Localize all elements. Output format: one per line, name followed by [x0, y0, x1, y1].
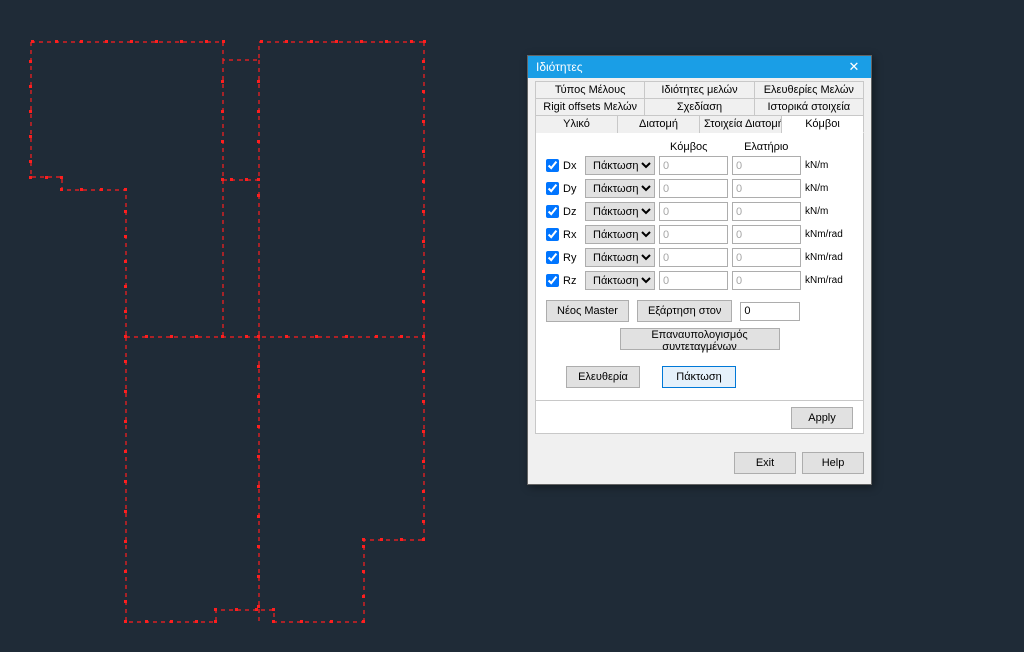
- apply-button[interactable]: Apply: [791, 407, 853, 429]
- dof-rx-node[interactable]: [659, 225, 728, 244]
- tab-nodes[interactable]: Κόμβοι: [782, 115, 864, 133]
- exit-button[interactable]: Exit: [734, 452, 796, 474]
- dof-ry-spring[interactable]: [732, 248, 801, 267]
- dof-ry-unit: kNm/rad: [805, 252, 853, 263]
- dof-row-dy: Dy Πάκτωση kN/m: [546, 179, 853, 198]
- dof-dz-spring[interactable]: [732, 202, 801, 221]
- tab-rigid-offsets[interactable]: Rigit offsets Μελών: [535, 98, 645, 115]
- dof-dy-check[interactable]: [546, 182, 559, 195]
- free-button[interactable]: Ελευθερία: [566, 366, 640, 388]
- fix-button[interactable]: Πάκτωση: [662, 366, 736, 388]
- tab-member-properties[interactable]: Ιδιότητες μελών: [645, 81, 754, 98]
- dof-dx-node[interactable]: [659, 156, 728, 175]
- dof-dx-label: Dx: [563, 160, 581, 172]
- depend-value-input[interactable]: [740, 302, 800, 321]
- dof-dz-node[interactable]: [659, 202, 728, 221]
- nodes-panel: Κόμβος Ελατήριο Dx Πάκτωση kN/m Dy Πάκτω…: [535, 133, 864, 401]
- dof-dx-unit: kN/m: [805, 160, 853, 171]
- dof-row-ry: Ry Πάκτωση kNm/rad: [546, 248, 853, 267]
- close-icon[interactable]: ✕: [843, 58, 865, 76]
- dof-ry-check[interactable]: [546, 251, 559, 264]
- recalc-coords-button[interactable]: Επαναυπολογισμός συντεταγμένων: [620, 328, 780, 350]
- tab-member-type[interactable]: Τύπος Μέλους: [535, 81, 645, 98]
- column-node: Κόμβος: [650, 141, 728, 153]
- tab-strip: Τύπος Μέλους Ιδιότητες μελών Ελευθερίες …: [535, 81, 864, 133]
- dof-dz-check[interactable]: [546, 205, 559, 218]
- properties-dialog: Ιδιότητες ✕ Τύπος Μέλους Ιδιότητες μελών…: [527, 55, 872, 485]
- dof-dz-mode[interactable]: Πάκτωση: [585, 202, 655, 221]
- tab-drawing[interactable]: Σχεδίαση: [645, 98, 754, 115]
- dof-dz-unit: kN/m: [805, 206, 853, 217]
- dof-row-dz: Dz Πάκτωση kN/m: [546, 202, 853, 221]
- tab-section-data[interactable]: Στοιχεία Διατομής: [700, 115, 782, 133]
- dof-dy-label: Dy: [563, 183, 581, 195]
- dof-rz-node[interactable]: [659, 271, 728, 290]
- tab-material[interactable]: Υλικό: [535, 115, 618, 133]
- dof-ry-node[interactable]: [659, 248, 728, 267]
- dof-dx-check[interactable]: [546, 159, 559, 172]
- help-button[interactable]: Help: [802, 452, 864, 474]
- dof-rz-mode[interactable]: Πάκτωση: [585, 271, 655, 290]
- dof-rx-label: Rx: [563, 229, 581, 241]
- dof-rz-unit: kNm/rad: [805, 275, 853, 286]
- dof-dy-mode[interactable]: Πάκτωση: [585, 179, 655, 198]
- titlebar[interactable]: Ιδιότητες ✕: [528, 56, 871, 78]
- column-spring: Ελατήριο: [728, 141, 806, 153]
- dof-dz-label: Dz: [563, 206, 581, 218]
- dof-row-dx: Dx Πάκτωση kN/m: [546, 156, 853, 175]
- new-master-button[interactable]: Νέος Master: [546, 300, 629, 322]
- dof-rz-check[interactable]: [546, 274, 559, 287]
- dof-ry-mode[interactable]: Πάκτωση: [585, 248, 655, 267]
- dof-dy-unit: kN/m: [805, 183, 853, 194]
- dof-row-rz: Rz Πάκτωση kNm/rad: [546, 271, 853, 290]
- tab-section[interactable]: Διατομή: [618, 115, 700, 133]
- tab-member-releases[interactable]: Ελευθερίες Μελών: [755, 81, 864, 98]
- dof-dy-spring[interactable]: [732, 179, 801, 198]
- dof-dx-mode[interactable]: Πάκτωση: [585, 156, 655, 175]
- dof-rz-label: Rz: [563, 275, 581, 287]
- dof-rz-spring[interactable]: [732, 271, 801, 290]
- dof-rx-mode[interactable]: Πάκτωση: [585, 225, 655, 244]
- dof-rx-unit: kNm/rad: [805, 229, 853, 240]
- dof-row-rx: Rx Πάκτωση kNm/rad: [546, 225, 853, 244]
- depend-on-button[interactable]: Εξάρτηση στον: [637, 300, 732, 322]
- dof-rx-check[interactable]: [546, 228, 559, 241]
- dof-rx-spring[interactable]: [732, 225, 801, 244]
- dof-ry-label: Ry: [563, 252, 581, 264]
- dof-dx-spring[interactable]: [732, 156, 801, 175]
- tab-history[interactable]: Ιστορικά στοιχεία: [755, 98, 864, 115]
- dialog-title: Ιδιότητες: [536, 60, 843, 74]
- dof-dy-node[interactable]: [659, 179, 728, 198]
